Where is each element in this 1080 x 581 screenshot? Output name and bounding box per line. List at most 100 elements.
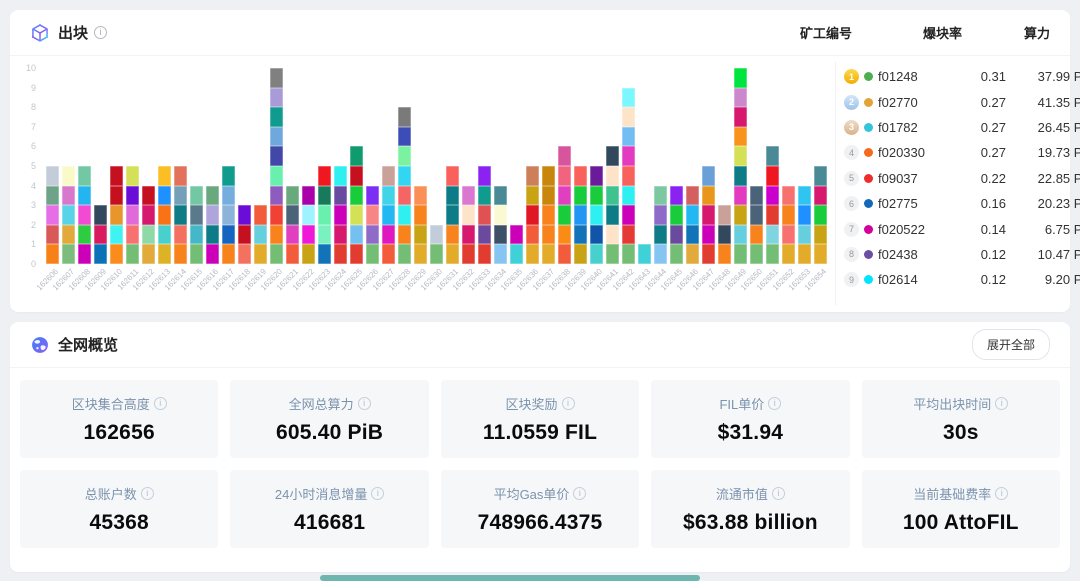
miner-row-f09037[interactable]: 5f090370.2222.85 PiB	[844, 166, 1050, 191]
miner-id[interactable]: f02775	[878, 196, 918, 211]
bar-column-162632[interactable]: 162632	[462, 186, 475, 264]
bar-column-162645[interactable]: 162645	[670, 186, 683, 264]
col-header-block-rate: 爆块率	[912, 23, 962, 42]
info-icon[interactable]: i	[995, 487, 1008, 500]
miner-id[interactable]: f02438	[878, 247, 918, 262]
miner-id[interactable]: f09037	[878, 171, 918, 186]
bar-column-162637[interactable]: 162637	[542, 166, 555, 264]
bar-segment	[814, 186, 827, 206]
bar-column-162638[interactable]: 162638	[558, 146, 571, 264]
bar-column-162611[interactable]: 162611	[126, 166, 139, 264]
bar-column-162644[interactable]: 162644	[654, 186, 667, 264]
bar-column-162627[interactable]: 162627	[382, 166, 395, 264]
bar-column-162631[interactable]: 162631	[446, 166, 459, 264]
info-icon[interactable]: i	[141, 487, 154, 500]
bar-column-162651[interactable]: 162651	[766, 146, 779, 264]
bar-column-162607[interactable]: 162607	[62, 166, 75, 264]
bar-column-162643[interactable]: 162643	[638, 244, 651, 264]
info-icon[interactable]: i	[562, 397, 575, 410]
bar-column-162609[interactable]: 162609	[94, 205, 107, 264]
info-icon[interactable]: i	[94, 26, 107, 39]
bar-segment	[126, 186, 139, 206]
bar-column-162646[interactable]: 162646	[686, 186, 699, 264]
bar-segment	[302, 186, 315, 206]
info-icon[interactable]: i	[358, 397, 371, 410]
miner-row-f01248[interactable]: 1f012480.3137.99 PiB	[844, 64, 1050, 89]
info-icon[interactable]: i	[573, 487, 586, 500]
bar-column-162606[interactable]: 162606	[46, 166, 59, 264]
bar-segment	[62, 186, 75, 206]
bar-column-162622[interactable]: 162622	[302, 186, 315, 264]
bar-column-162654[interactable]: 162654	[814, 166, 827, 264]
bar-segment	[286, 186, 299, 206]
miner-row-f020330[interactable]: 4f0203300.2719.73 PiB	[844, 140, 1050, 165]
bar-column-162620[interactable]: 162620	[270, 68, 283, 264]
bar-segment	[734, 225, 747, 245]
bar-column-162653[interactable]: 162653	[798, 186, 811, 264]
bar-column-162634[interactable]: 162634	[494, 186, 507, 264]
bar-column-162640[interactable]: 162640	[590, 166, 603, 264]
bar-segment	[558, 146, 571, 166]
info-icon[interactable]: i	[154, 397, 167, 410]
bar-segment	[814, 205, 827, 225]
bar-column-162630[interactable]: 162630	[430, 225, 443, 264]
bar-column-162619[interactable]: 162619	[254, 205, 267, 264]
bar-column-162615[interactable]: 162615	[190, 186, 203, 264]
bar-column-162613[interactable]: 162613	[158, 166, 171, 264]
bar-column-162623[interactable]: 162623	[318, 166, 331, 264]
bar-column-162652[interactable]: 162652	[782, 186, 795, 264]
bar-column-162617[interactable]: 162617	[222, 166, 235, 264]
bar-segment	[142, 225, 155, 245]
bar-column-162608[interactable]: 162608	[78, 166, 91, 264]
bar-column-162649[interactable]: 162649	[734, 68, 747, 264]
bar-column-162642[interactable]: 162642	[622, 88, 635, 264]
bar-column-162616[interactable]: 162616	[206, 186, 219, 264]
bar-segment	[766, 146, 779, 166]
miner-id[interactable]: f01782	[878, 120, 918, 135]
bar-column-162648[interactable]: 162648	[718, 205, 731, 264]
bar-column-162635[interactable]: 162635	[510, 225, 523, 264]
expand-all-button[interactable]: 展开全部	[972, 329, 1050, 360]
miner-color-dot	[864, 275, 873, 284]
bar-segment	[494, 244, 507, 264]
miner-row-f01782[interactable]: 3f017820.2726.45 PiB	[844, 115, 1050, 140]
bar-column-162628[interactable]: 162628	[398, 107, 411, 264]
bar-column-162636[interactable]: 162636	[526, 166, 539, 264]
miner-row-f02614[interactable]: 9f026140.129.20 PiB	[844, 267, 1050, 292]
miner-row-f02775[interactable]: 6f027750.1620.23 PiB	[844, 191, 1050, 216]
bar-column-162639[interactable]: 162639	[574, 166, 587, 264]
miner-id[interactable]: f020330	[878, 145, 925, 160]
info-icon[interactable]: i	[995, 397, 1008, 410]
info-icon[interactable]: i	[768, 397, 781, 410]
bar-segment	[286, 225, 299, 245]
bar-column-162647[interactable]: 162647	[702, 166, 715, 264]
bar-column-162629[interactable]: 162629	[414, 186, 427, 264]
bar-column-162612[interactable]: 162612	[142, 186, 155, 264]
bar-column-162625[interactable]: 162625	[350, 146, 363, 264]
bar-column-162618[interactable]: 162618	[238, 205, 251, 264]
bar-segment	[718, 225, 731, 245]
bar-segment	[686, 186, 699, 206]
info-icon[interactable]: i	[371, 487, 384, 500]
bar-column-162626[interactable]: 162626	[366, 186, 379, 264]
bar-column-162624[interactable]: 162624	[334, 166, 347, 264]
miner-id[interactable]: f020522	[878, 222, 925, 237]
miner-id[interactable]: f01248	[878, 69, 918, 84]
bar-segment	[750, 186, 763, 206]
bar-column-162621[interactable]: 162621	[286, 186, 299, 264]
miner-row-f02770[interactable]: 2f027700.2741.35 PiB	[844, 89, 1050, 114]
bar-segment	[734, 107, 747, 127]
bar-segment	[334, 205, 347, 225]
bar-column-162610[interactable]: 162610	[110, 166, 123, 264]
miner-row-f020522[interactable]: 7f0205220.146.75 PiB	[844, 216, 1050, 241]
bar-segment	[558, 166, 571, 186]
bar-column-162614[interactable]: 162614	[174, 166, 187, 264]
info-icon[interactable]: i	[772, 487, 785, 500]
miner-id[interactable]: f02770	[878, 95, 918, 110]
bar-column-162641[interactable]: 162641	[606, 146, 619, 264]
bar-segment	[62, 166, 75, 186]
miner-id[interactable]: f02614	[878, 272, 918, 287]
miner-row-f02438[interactable]: 8f024380.1210.47 PiB	[844, 242, 1050, 267]
bar-column-162633[interactable]: 162633	[478, 166, 491, 264]
bar-column-162650[interactable]: 162650	[750, 186, 763, 264]
